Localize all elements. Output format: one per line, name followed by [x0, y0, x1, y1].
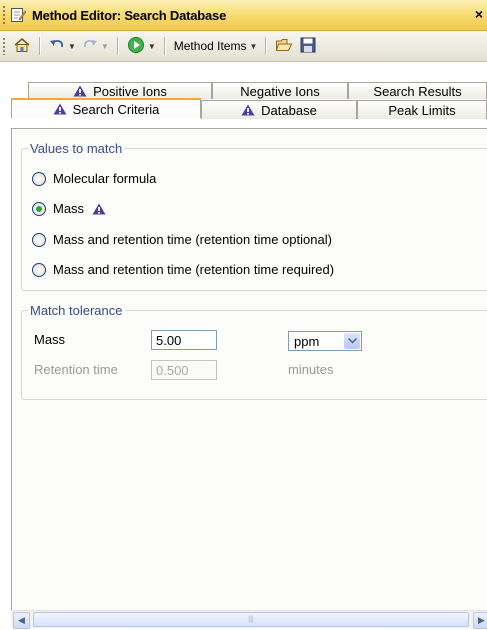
scroll-right-button[interactable]: ▶ [473, 612, 487, 629]
mass-unit-select[interactable]: ppm [288, 331, 362, 351]
tab-label: Search Criteria [72, 101, 160, 117]
tab-label: Positive Ions [93, 83, 167, 99]
warning-icon [241, 104, 255, 116]
run-dropdown-arrow[interactable]: ▼ [148, 42, 156, 51]
toolbar-separator [116, 37, 119, 55]
grip-handle[interactable] [2, 5, 6, 25]
run-icon [127, 36, 145, 57]
toolbar-separator [39, 37, 41, 55]
warning-icon [92, 203, 106, 215]
toolbar-separator [163, 37, 166, 55]
retention-time-input[interactable] [151, 360, 217, 380]
radio-mass[interactable]: Mass [32, 201, 112, 216]
close-button[interactable]: × [475, 6, 483, 22]
toolbar-separator [265, 37, 268, 55]
chevron-left-icon: ◀ [18, 615, 25, 625]
toolbar: ▼ ▼ ▼ Method Items ▼ [0, 31, 487, 62]
undo-button[interactable]: ▼ [46, 35, 79, 57]
method-items-label: Method Items [173, 39, 247, 53]
radio-label: Mass and retention time (retention time … [53, 232, 332, 247]
title-bar: Method Editor: Search Database × [0, 0, 487, 31]
tab-label: Database [261, 102, 317, 118]
toolbar-grip[interactable] [2, 37, 6, 55]
scroll-left-button[interactable]: ◀ [13, 612, 30, 629]
tab-label: Negative Ions [240, 83, 320, 99]
retention-time-unit: minutes [288, 362, 334, 377]
warning-icon [53, 103, 67, 115]
home-button[interactable] [10, 35, 34, 57]
match-tolerance-group: Match tolerance Mass ppm Retention time … [21, 303, 487, 400]
chevron-right-icon: ▶ [478, 615, 485, 625]
retention-time-label: Retention time [34, 362, 118, 377]
save-button[interactable] [296, 35, 320, 57]
radio-molecular-formula[interactable]: Molecular formula [32, 171, 156, 186]
radio-button[interactable] [32, 262, 46, 277]
chevron-down-icon[interactable] [344, 333, 360, 349]
group-legend: Values to match [28, 141, 125, 156]
redo-icon [82, 37, 98, 56]
open-folder-icon [275, 36, 293, 57]
open-button[interactable] [272, 35, 296, 57]
tab-negative-ions[interactable]: Negative Ions [212, 82, 348, 99]
save-icon [299, 36, 317, 57]
radio-mass-rt-optional[interactable]: Mass and retention time (retention time … [32, 232, 332, 247]
horizontal-scrollbar[interactable]: ◀ ||| ▶ [11, 610, 487, 629]
mass-tolerance-input[interactable] [151, 330, 217, 350]
tab-positive-ions[interactable]: Positive Ions [28, 82, 212, 99]
warning-icon [73, 85, 87, 97]
tab-label: Search Results [373, 83, 462, 99]
undo-icon [49, 37, 65, 56]
window-title: Method Editor: Search Database [32, 7, 227, 23]
tab-row-front: Search Criteria Database Peak Limits [0, 98, 487, 119]
values-to-match-group: Values to match Molecular formula Mass M… [21, 141, 487, 291]
radio-button[interactable] [32, 171, 46, 186]
scroll-thumb[interactable]: ||| [33, 612, 469, 627]
method-items-dropdown-arrow[interactable]: ▼ [249, 42, 257, 51]
home-icon [13, 36, 31, 57]
tab-peak-limits[interactable]: Peak Limits [357, 100, 487, 119]
radio-label: Mass and retention time (retention time … [53, 262, 335, 277]
mass-label: Mass [34, 332, 66, 347]
method-items-button[interactable]: Method Items ▼ [171, 35, 261, 57]
radio-label: Mass [53, 201, 85, 216]
mass-unit-value: ppm [294, 333, 320, 349]
radio-label: Molecular formula [53, 171, 157, 186]
redo-dropdown-arrow[interactable]: ▼ [101, 42, 109, 51]
search-criteria-panel: Values to match Molecular formula Mass M… [11, 128, 487, 611]
radio-button[interactable] [32, 232, 46, 247]
radio-mass-rt-required[interactable]: Mass and retention time (retention time … [32, 262, 334, 277]
run-button[interactable]: ▼ [124, 35, 159, 57]
radio-button[interactable] [32, 201, 46, 216]
grip-icon: ||| [248, 616, 254, 623]
tab-database[interactable]: Database [201, 100, 357, 119]
method-editor-icon [10, 7, 27, 23]
tab-search-results[interactable]: Search Results [348, 82, 487, 99]
undo-dropdown-arrow[interactable]: ▼ [68, 42, 76, 51]
redo-button[interactable]: ▼ [79, 35, 112, 57]
tab-label: Peak Limits [388, 102, 456, 118]
tab-search-criteria[interactable]: Search Criteria [11, 98, 201, 118]
group-legend: Match tolerance [28, 303, 125, 318]
